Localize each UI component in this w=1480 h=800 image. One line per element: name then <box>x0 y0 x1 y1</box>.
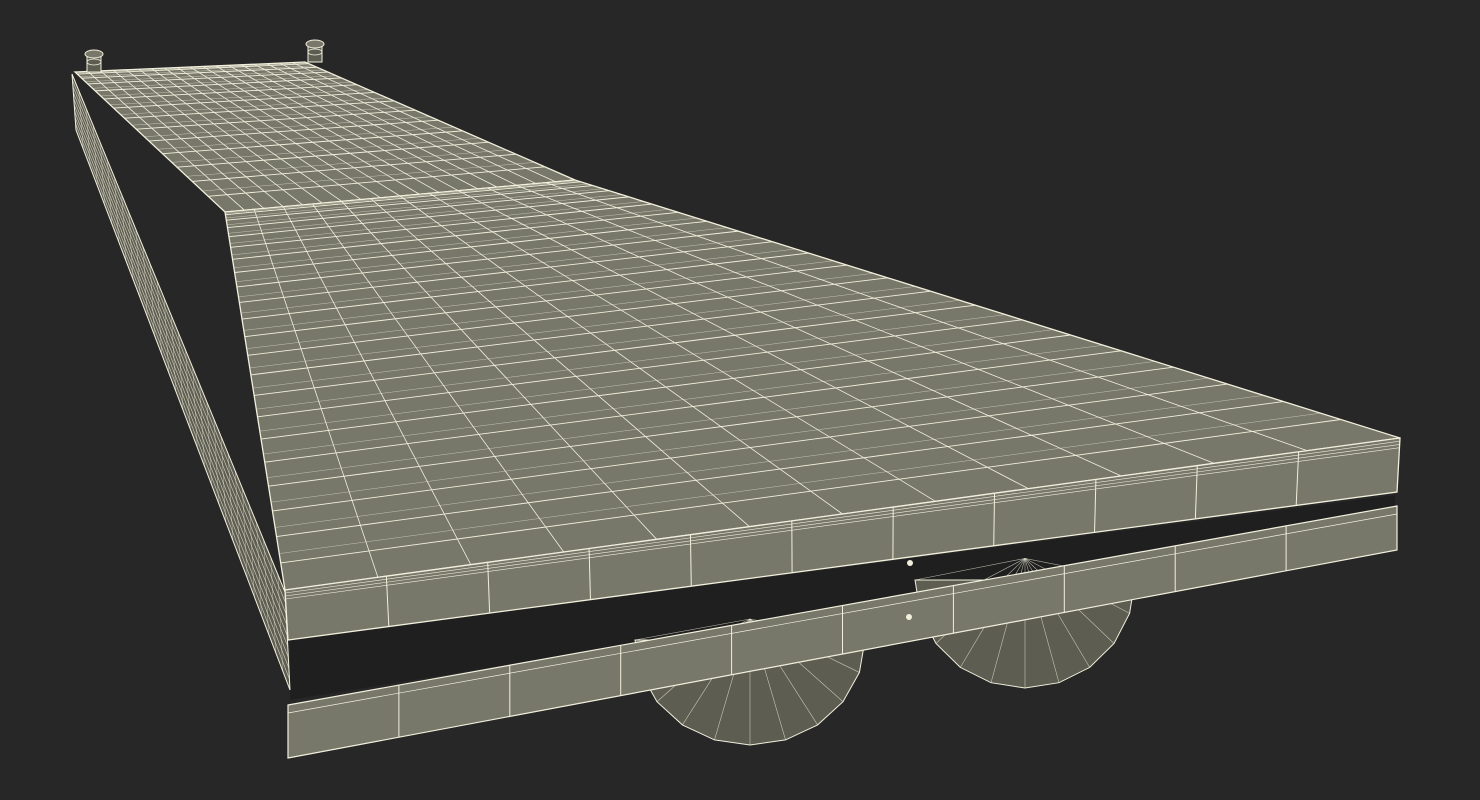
cleat-left <box>84 49 104 73</box>
dock-wireframe-render <box>71 39 1401 759</box>
cleat-cap <box>305 39 325 49</box>
connector-pin-lower <box>906 614 912 620</box>
viewport <box>0 0 1480 800</box>
cleat-right <box>305 39 325 63</box>
cleat-cap <box>84 49 104 59</box>
connector-pin-upper <box>907 560 913 566</box>
